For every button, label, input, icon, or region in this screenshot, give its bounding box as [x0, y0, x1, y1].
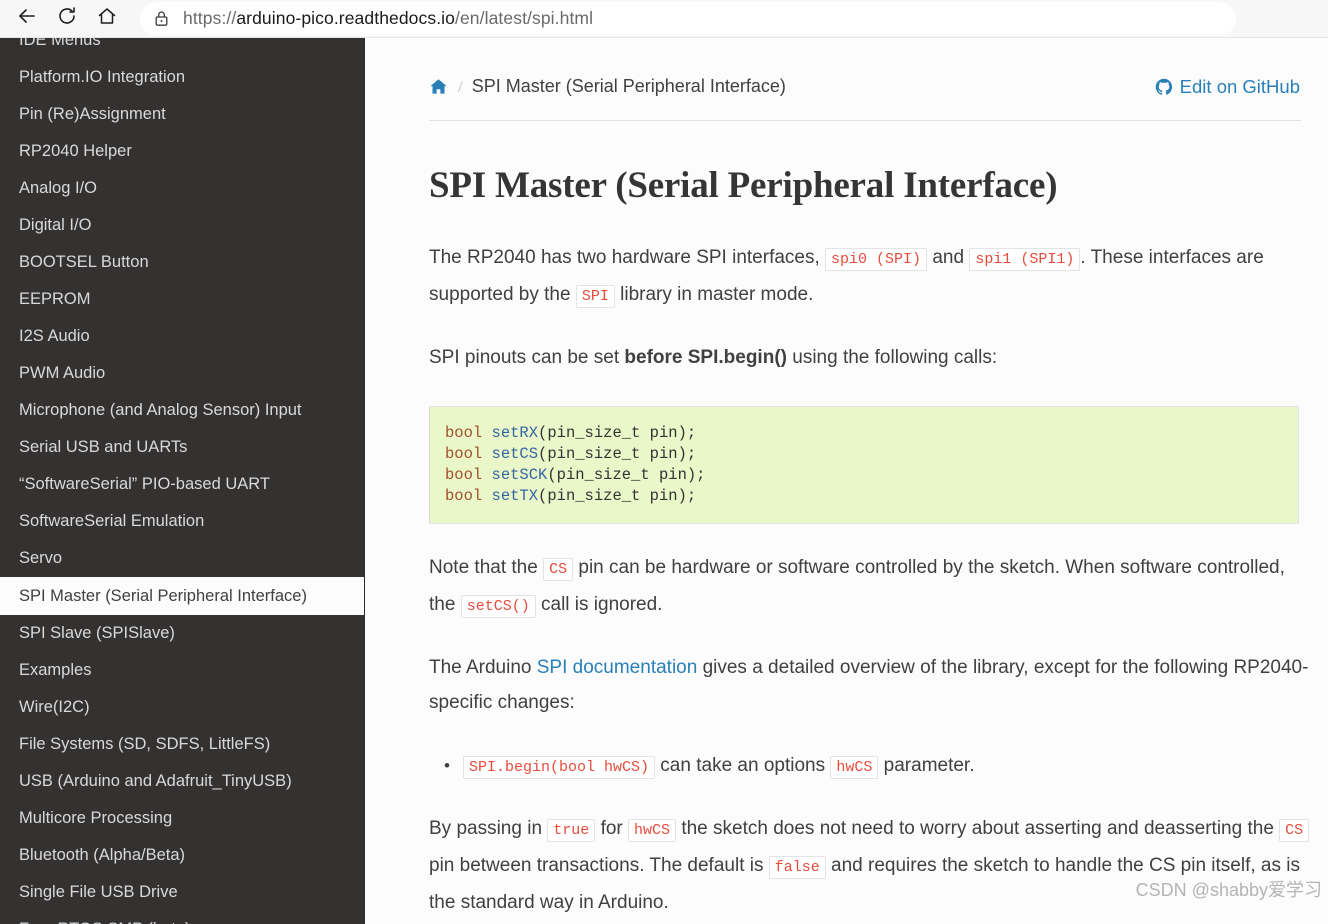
edit-on-github-link[interactable]: Edit on GitHub	[1155, 76, 1300, 98]
paragraph-pinouts: SPI pinouts can be set before SPI.begin(…	[429, 340, 1314, 375]
text-fragment: library in master mode.	[614, 284, 814, 305]
code-keyword: bool	[445, 424, 483, 442]
text-fragment: can take an options	[655, 755, 831, 776]
reload-button[interactable]	[50, 2, 84, 36]
sidebar-item-23[interactable]: Single File USB Drive	[0, 874, 365, 911]
inline-code-spi-begin: SPI.begin(bool hwCS)	[463, 756, 656, 779]
sidebar-item-10[interactable]: Microphone (and Analog Sensor) Input	[0, 392, 365, 429]
home-button[interactable]	[90, 2, 124, 36]
github-icon	[1155, 78, 1173, 96]
text-fragment: call is ignored.	[535, 594, 663, 615]
page-title: SPI Master (Serial Peripheral Interface)	[429, 165, 1058, 206]
url-path: /en/latest/spi.html	[455, 8, 594, 28]
sidebar-item-24[interactable]: Free RTOS SMP (beta)	[0, 911, 365, 924]
sidebar-item-9[interactable]: PWM Audio	[0, 355, 365, 392]
code-block: bool setRX(pin_size_t pin); bool setCS(p…	[429, 406, 1299, 524]
sidebar-item-17[interactable]: Examples	[0, 652, 365, 689]
strong-before-spi-begin: before SPI.begin()	[624, 347, 787, 368]
paragraph-intro: The RP2040 has two hardware SPI interfac…	[429, 240, 1314, 314]
inline-code-setcs: setCS()	[460, 595, 536, 618]
sidebar-item-13[interactable]: SoftwareSerial Emulation	[0, 503, 365, 540]
sidebar-item-8[interactable]: I2S Audio	[0, 318, 365, 355]
sidebar-item-19[interactable]: File Systems (SD, SDFS, LittleFS)	[0, 726, 365, 763]
inline-code-cs: CS	[543, 558, 574, 581]
code-function: setCS	[491, 445, 539, 463]
sidebar-item-15[interactable]: SPI Master (Serial Peripheral Interface)	[0, 577, 365, 615]
lock-icon	[154, 10, 169, 27]
inline-code-hwcs: hwCS	[830, 756, 879, 779]
inline-code-cs-2: CS	[1279, 819, 1310, 842]
text-fragment: for	[595, 818, 629, 839]
text-fragment: Note that the	[429, 557, 544, 578]
text-fragment: The RP2040 has two hardware SPI interfac…	[429, 247, 826, 268]
url-host: arduino-pico.readthedocs.io	[236, 8, 456, 28]
sidebar-item-20[interactable]: USB (Arduino and Adafruit_TinyUSB)	[0, 763, 365, 800]
document-article: SPI Master (Serial Peripheral Interface)…	[429, 134, 1314, 924]
browser-toolbar: https://arduino-pico.readthedocs.io/en/l…	[0, 0, 1328, 38]
inline-code-false: false	[768, 856, 826, 879]
sidebar-item-0[interactable]: IDE Menus	[0, 38, 365, 59]
paragraph-arduino-docs: The Arduino SPI documentation gives a de…	[429, 650, 1314, 720]
list-item: SPI.begin(bool hwCS) can take an options…	[444, 748, 1314, 785]
code-text: (pin_size_t pin);	[538, 487, 697, 505]
text-fragment: The Arduino	[429, 657, 537, 678]
sidebar-item-18[interactable]: Wire(I2C)	[0, 689, 365, 726]
sidebar-item-16[interactable]: SPI Slave (SPISlave)	[0, 615, 365, 652]
sidebar-item-3[interactable]: RP2040 Helper	[0, 133, 365, 170]
sidebar-item-6[interactable]: BOOTSEL Button	[0, 244, 365, 281]
text-fragment: parameter.	[878, 755, 975, 776]
back-arrow-icon	[16, 5, 38, 32]
sidebar-item-12[interactable]: “SoftwareSerial” PIO-based UART	[0, 466, 365, 503]
inline-code-true: true	[547, 819, 596, 842]
text-fragment: SPI pinouts can be set	[429, 347, 625, 368]
breadcrumb-divider	[429, 120, 1301, 121]
sidebar-navigation[interactable]: IDE Menus Platform.IO Integration Pin (Re)…	[0, 38, 365, 924]
sidebar-item-14[interactable]: Servo	[0, 540, 365, 577]
code-text: (pin_size_t pin);	[547, 466, 706, 484]
sidebar-list: IDE Menus Platform.IO Integration Pin (Re)…	[0, 38, 365, 924]
code-function: setTX	[491, 487, 539, 505]
text-fragment: and	[927, 247, 970, 268]
inline-code-spi0: spi0 (SPI)	[825, 248, 928, 271]
text-fragment: using the following calls:	[786, 347, 998, 368]
changes-list: SPI.begin(bool hwCS) can take an options…	[429, 748, 1314, 785]
sidebar-item-21[interactable]: Multicore Processing	[0, 800, 365, 837]
sidebar-item-22[interactable]: Bluetooth (Alpha/Beta)	[0, 837, 365, 874]
inline-code-hwcs-2: hwCS	[628, 819, 677, 842]
page-body: IDE Menus Platform.IO Integration Pin (Re)…	[0, 38, 1328, 924]
code-keyword: bool	[445, 487, 483, 505]
inline-code-spi: SPI	[575, 285, 615, 308]
text-fragment: the sketch does not need to worry about …	[676, 818, 1280, 839]
address-bar[interactable]: https://arduino-pico.readthedocs.io/en/l…	[140, 1, 1236, 36]
edit-on-github-label: Edit on GitHub	[1179, 76, 1300, 97]
breadcrumb-current-page: SPI Master (Serial Peripheral Interface)	[471, 76, 786, 96]
code-text: (pin_size_t pin);	[538, 445, 697, 463]
sidebar-item-5[interactable]: Digital I/O	[0, 207, 365, 244]
code-keyword: bool	[445, 445, 483, 463]
sidebar-item-2[interactable]: Pin (Re)Assignment	[0, 96, 365, 133]
spi-documentation-link[interactable]: SPI documentation	[537, 657, 698, 678]
code-function: setSCK	[491, 466, 548, 484]
paragraph-hwcs-explanation: By passing in true for hwCS the sketch d…	[429, 811, 1314, 920]
url-text: https://arduino-pico.readthedocs.io/en/l…	[183, 8, 593, 29]
sidebar-item-7[interactable]: EEPROM	[0, 281, 365, 318]
sidebar-item-11[interactable]: Serial USB and UARTs	[0, 429, 365, 466]
breadcrumb-home-icon[interactable]	[429, 77, 448, 96]
text-fragment: By passing in	[429, 818, 548, 839]
main-content: / SPI Master (Serial Peripheral Interfac…	[365, 38, 1328, 924]
inline-code-spi1: spi1 (SPI1)	[969, 248, 1081, 271]
home-icon	[96, 5, 118, 32]
sidebar-item-1[interactable]: Platform.IO Integration	[0, 59, 365, 96]
reload-icon	[56, 5, 78, 32]
paragraph-cs-note: Note that the CS pin can be hardware or …	[429, 550, 1314, 624]
code-function: setRX	[491, 424, 539, 442]
text-fragment: pin between transactions. The default is	[429, 855, 769, 876]
back-button[interactable]	[10, 2, 44, 36]
sidebar-item-4[interactable]: Analog I/O	[0, 170, 365, 207]
breadcrumb-separator: /	[458, 76, 463, 96]
url-scheme: https://	[183, 8, 237, 28]
code-text: (pin_size_t pin);	[538, 424, 697, 442]
code-keyword: bool	[445, 466, 483, 484]
